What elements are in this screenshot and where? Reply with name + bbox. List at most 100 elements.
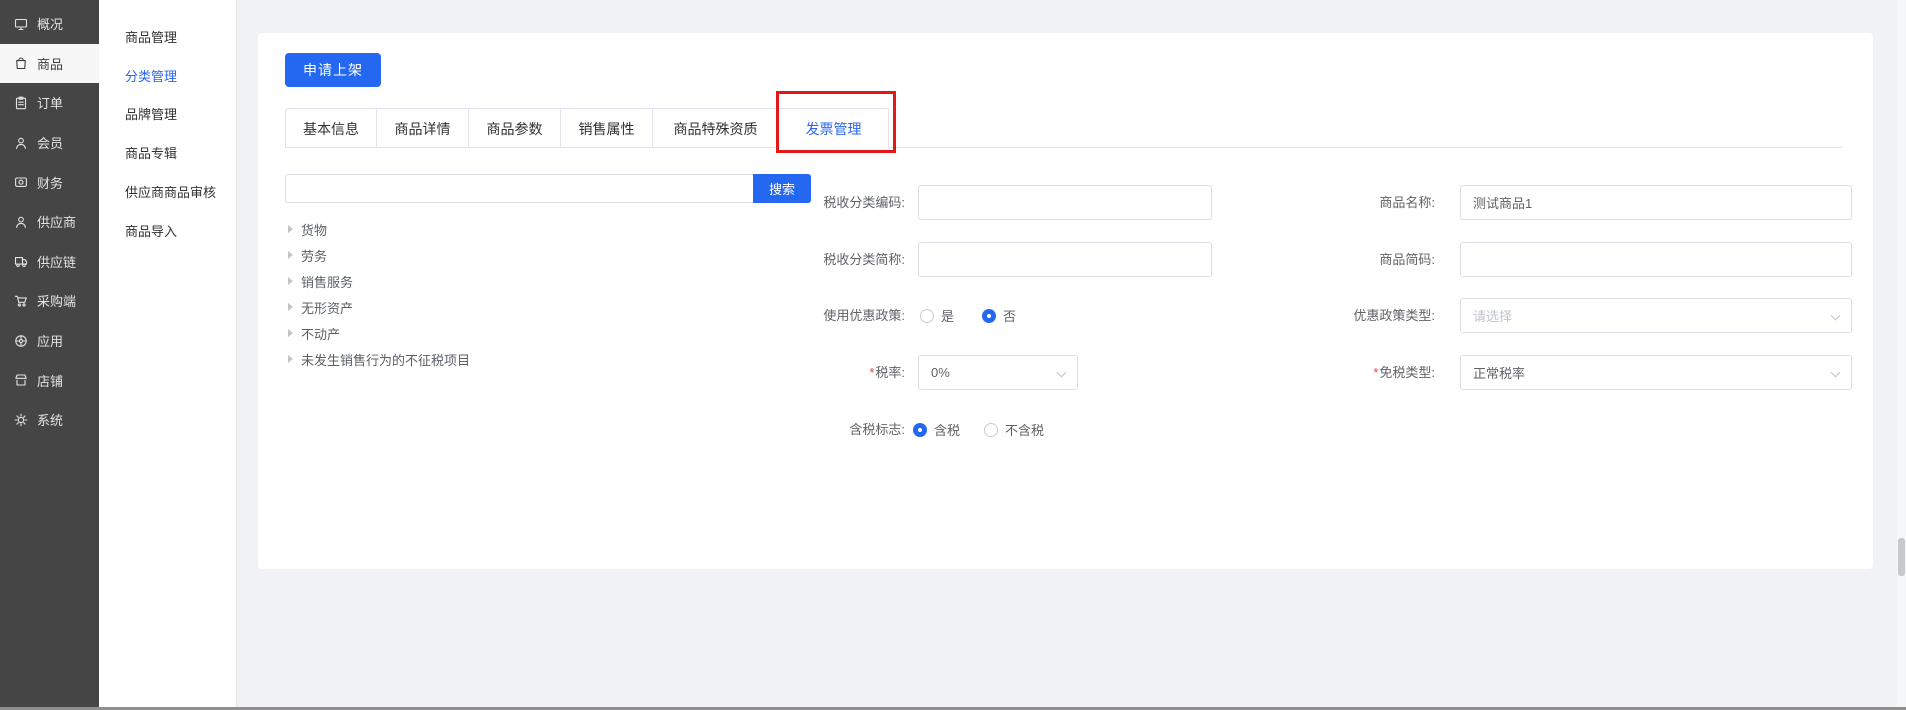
product-short-code-label: 商品简码:: [1315, 242, 1435, 277]
tax-rate-label: *税率:: [778, 355, 905, 390]
tree-node-goods[interactable]: 货物: [288, 216, 470, 242]
tax-included-radio-group: 含税 不含税: [913, 412, 1044, 447]
radio-option-tax-excluded[interactable]: 不含税: [984, 420, 1044, 439]
bag-icon: [14, 56, 28, 70]
product-name-label: 商品名称:: [1315, 185, 1435, 220]
tree-node-label: 不动产: [301, 324, 340, 343]
sidebar-item-overview[interactable]: 概况: [0, 4, 99, 44]
expand-caret-icon[interactable]: [288, 303, 293, 311]
sidebar-item-orders[interactable]: 订单: [0, 83, 99, 123]
tree-node-label: 销售服务: [301, 272, 353, 291]
tree-node-label: 货物: [301, 220, 327, 239]
supply-chain-icon: [14, 254, 28, 268]
required-asterisk: *: [869, 365, 874, 380]
tree-node-non-taxable[interactable]: 未发生销售行为的不征税项目: [288, 346, 470, 372]
main-sidebar: 概况 商品 订单 会员 财务 供应商 供应链 采购端 应用 店铺 系统: [0, 0, 99, 707]
radio-option-yes[interactable]: 是: [920, 306, 954, 325]
tree-node-label: 未发生销售行为的不征税项目: [301, 350, 470, 369]
radio-option-tax-included[interactable]: 含税: [913, 420, 960, 439]
tree-node-real-estate[interactable]: 不动产: [288, 320, 470, 346]
discount-policy-type-select[interactable]: 请选择: [1460, 298, 1852, 333]
tab-goods-params[interactable]: 商品参数: [469, 108, 561, 148]
expand-caret-icon[interactable]: [288, 277, 293, 285]
tree-node-label: 无形资产: [301, 298, 353, 317]
radio-unchecked-icon[interactable]: [984, 423, 998, 437]
discount-policy-type-label: 优惠政策类型:: [1315, 298, 1435, 333]
sidebar-item-members[interactable]: 会员: [0, 123, 99, 163]
sidebar-item-system[interactable]: 系统: [0, 400, 99, 440]
detail-tabbar: 基本信息 商品详情 商品参数 销售属性 商品特殊资质 发票管理: [285, 108, 1843, 148]
sidebar-item-finance[interactable]: 财务: [0, 162, 99, 202]
sidebar-item-apps[interactable]: 应用: [0, 321, 99, 361]
radio-option-no[interactable]: 否: [982, 306, 1016, 325]
submenu-item-goods-album[interactable]: 商品专辑: [99, 133, 236, 172]
expand-caret-icon[interactable]: [288, 225, 293, 233]
tax-free-type-select[interactable]: 正常税率: [1460, 355, 1852, 390]
sidebar-item-goods[interactable]: 商品: [0, 44, 99, 84]
radio-label: 含税: [934, 420, 960, 439]
select-value: 正常税率: [1473, 363, 1525, 382]
submenu-item-goods-import[interactable]: 商品导入: [99, 211, 236, 250]
tax-class-short-name-input[interactable]: [918, 242, 1212, 277]
shop-icon: [14, 373, 28, 387]
category-search-input[interactable]: [285, 174, 753, 203]
sidebar-item-shop[interactable]: 店铺: [0, 360, 99, 400]
expand-caret-icon[interactable]: [288, 329, 293, 337]
radio-label: 是: [941, 306, 954, 325]
sidebar-item-label: 供应链: [37, 252, 76, 271]
submenu-item-brand-management[interactable]: 品牌管理: [99, 95, 236, 134]
tab-special-qualification[interactable]: 商品特殊资质: [653, 108, 779, 148]
tree-node-sale-service[interactable]: 销售服务: [288, 268, 470, 294]
monitor-icon: [14, 17, 28, 31]
tax-class-code-input[interactable]: [918, 185, 1212, 220]
chevron-down-icon: [1831, 368, 1841, 378]
scrollbar-thumb[interactable]: [1898, 538, 1905, 576]
sidebar-item-label: 店铺: [37, 371, 63, 390]
tab-basic-info[interactable]: 基本信息: [285, 108, 377, 148]
tax-class-code-label: 税收分类编码:: [778, 185, 905, 220]
sidebar-item-label: 财务: [37, 173, 63, 192]
tax-included-label: 含税标志:: [778, 412, 905, 447]
tax-rate-select[interactable]: 0%: [918, 355, 1078, 390]
expand-caret-icon[interactable]: [288, 355, 293, 363]
sidebar-item-procurement[interactable]: 采购端: [0, 281, 99, 321]
apply-listing-button[interactable]: 申请上架: [285, 53, 381, 87]
radio-checked-icon[interactable]: [982, 309, 996, 323]
tax-class-short-name-label: 税收分类简称:: [778, 242, 905, 277]
expand-caret-icon[interactable]: [288, 251, 293, 259]
sidebar-item-label: 会员: [37, 133, 63, 152]
use-discount-policy-radio-group: 是 否: [920, 298, 1016, 333]
gear-icon: [14, 413, 28, 427]
sidebar-item-suppliers[interactable]: 供应商: [0, 202, 99, 242]
submenu-item-goods-management[interactable]: 商品管理: [99, 17, 236, 56]
tree-node-label: 劳务: [301, 246, 327, 265]
select-placeholder: 请选择: [1473, 306, 1512, 325]
goods-submenu: 商品管理 分类管理 品牌管理 商品专辑 供应商商品审核 商品导入: [99, 0, 237, 707]
product-name-input[interactable]: [1460, 185, 1852, 220]
supplier-icon: [14, 215, 28, 229]
cart-icon: [14, 294, 28, 308]
required-asterisk: *: [1373, 365, 1378, 380]
use-discount-policy-label: 使用优惠政策:: [778, 298, 905, 333]
vertical-scrollbar[interactable]: [1897, 0, 1906, 707]
member-icon: [14, 136, 28, 150]
radio-checked-icon[interactable]: [913, 423, 927, 437]
sidebar-item-supply-chain[interactable]: 供应链: [0, 242, 99, 282]
radio-unchecked-icon[interactable]: [920, 309, 934, 323]
product-short-code-input[interactable]: [1460, 242, 1852, 277]
sidebar-item-label: 供应商: [37, 212, 76, 231]
submenu-item-supplier-goods-audit[interactable]: 供应商商品审核: [99, 172, 236, 211]
sidebar-item-label: 订单: [37, 93, 63, 112]
tab-goods-detail[interactable]: 商品详情: [377, 108, 469, 148]
tab-invoice-management[interactable]: 发票管理: [779, 108, 889, 148]
tree-node-labor[interactable]: 劳务: [288, 242, 470, 268]
chevron-down-icon: [1831, 311, 1841, 321]
submenu-item-category-management[interactable]: 分类管理: [99, 56, 236, 95]
tax-free-type-label: *免税类型:: [1315, 355, 1435, 390]
tab-sale-attributes[interactable]: 销售属性: [561, 108, 653, 148]
sidebar-item-label: 采购端: [37, 291, 76, 310]
order-icon: [14, 96, 28, 110]
radio-label: 不含税: [1005, 420, 1044, 439]
radio-label: 否: [1003, 306, 1016, 325]
tree-node-intangible-assets[interactable]: 无形资产: [288, 294, 470, 320]
